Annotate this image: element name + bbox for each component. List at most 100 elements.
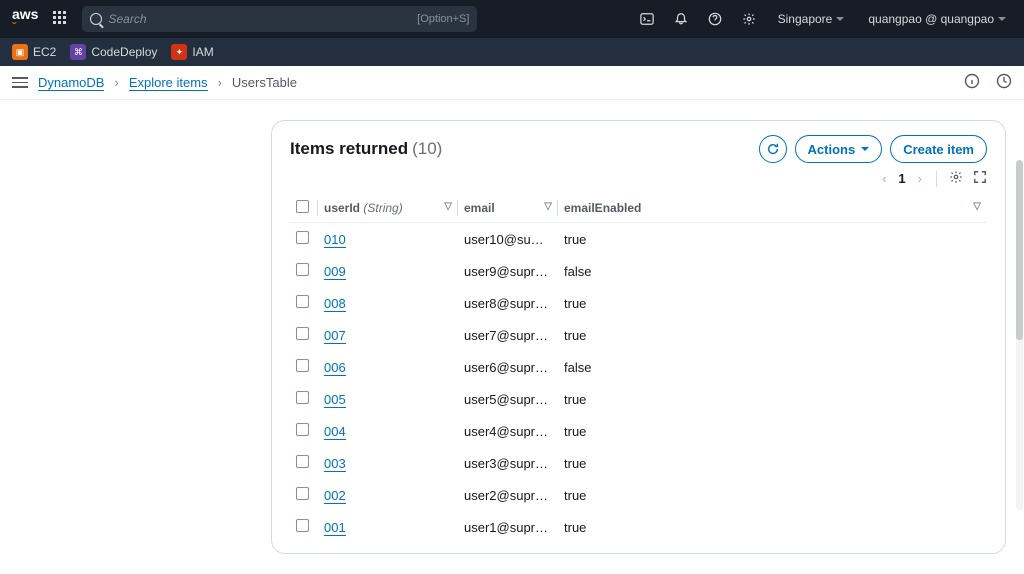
breadcrumb-bar: DynamoDB › Explore items › UsersTable xyxy=(0,66,1024,100)
item-link[interactable]: 007 xyxy=(324,328,346,344)
emailenabled-cell: false xyxy=(558,351,987,383)
breadcrumb-explore-items[interactable]: Explore items xyxy=(129,75,208,91)
item-link[interactable]: 001 xyxy=(324,520,346,536)
settings-gear-icon[interactable] xyxy=(736,6,762,32)
row-checkbox[interactable] xyxy=(296,295,309,308)
email-cell: user9@supr… xyxy=(458,255,558,287)
row-checkbox[interactable] xyxy=(296,359,309,372)
row-checkbox[interactable] xyxy=(296,487,309,500)
emailenabled-cell: true xyxy=(558,223,987,256)
search-icon xyxy=(90,13,102,25)
emailenabled-cell: false xyxy=(558,255,987,287)
help-icon[interactable] xyxy=(702,6,728,32)
services-grid-icon[interactable] xyxy=(48,6,74,32)
sort-icon: ▽ xyxy=(973,201,981,212)
table-row: 002 user2@supr…true xyxy=(290,479,987,511)
email-cell: user6@supr… xyxy=(458,351,558,383)
refresh-button[interactable] xyxy=(759,135,787,163)
fullscreen-icon[interactable] xyxy=(973,170,987,187)
table-row: 001 user1@supr…true xyxy=(290,511,987,543)
account-menu[interactable]: quangpao @ quangpao xyxy=(860,12,1014,26)
cloudshell-icon[interactable] xyxy=(634,6,660,32)
table-row: 005 user5@supr…true xyxy=(290,383,987,415)
row-checkbox[interactable] xyxy=(296,263,309,276)
table-row: 007user7@supr…true xyxy=(290,319,987,351)
row-checkbox[interactable] xyxy=(296,519,309,532)
emailenabled-cell: true xyxy=(558,511,987,543)
caret-down-icon xyxy=(998,17,1006,21)
notifications-icon[interactable] xyxy=(668,6,694,32)
column-header-email[interactable]: email ▽ xyxy=(458,194,558,223)
emailenabled-cell: true xyxy=(558,415,987,447)
panel-title: Items returned xyxy=(290,139,408,159)
emailenabled-cell: true xyxy=(558,287,987,319)
create-item-button[interactable]: Create item xyxy=(890,135,987,163)
row-checkbox[interactable] xyxy=(296,231,309,244)
items-table: userId (String) ▽ email ▽ emailEnabled ▽… xyxy=(290,194,987,543)
item-link[interactable]: 003 xyxy=(324,456,346,472)
row-checkbox[interactable] xyxy=(296,391,309,404)
scrollbar-track[interactable] xyxy=(1016,160,1023,510)
table-row: 010 user10@su…true xyxy=(290,223,987,256)
caret-down-icon xyxy=(836,17,844,21)
items-returned-panel: Items returned (10) Actions Create item … xyxy=(271,120,1006,554)
emailenabled-cell: true xyxy=(558,479,987,511)
chevron-right-icon: › xyxy=(114,75,118,90)
shortcut-codedeploy[interactable]: ⌘ CodeDeploy xyxy=(70,44,157,60)
table-settings-gear-icon[interactable] xyxy=(949,170,963,187)
actions-dropdown[interactable]: Actions xyxy=(795,135,883,163)
chevron-right-icon: › xyxy=(218,75,222,90)
email-cell: user4@supr… xyxy=(458,415,558,447)
breadcrumb-current: UsersTable xyxy=(232,75,297,90)
email-cell: user10@su… xyxy=(458,223,558,256)
aws-logo[interactable]: aws ⌣ xyxy=(10,9,40,29)
favorites-bar: ▣ EC2 ⌘ CodeDeploy ✦ IAM xyxy=(0,38,1024,66)
pagination: ‹ 1 › xyxy=(290,169,987,188)
select-all-checkbox[interactable] xyxy=(296,200,309,213)
item-link[interactable]: 006 xyxy=(324,360,346,376)
page-current: 1 xyxy=(898,171,905,186)
side-nav-toggle[interactable] xyxy=(12,77,28,88)
item-link[interactable]: 004 xyxy=(324,424,346,440)
sort-icon: ▽ xyxy=(544,201,552,212)
item-link[interactable]: 005 xyxy=(324,392,346,408)
panel-count: (10) xyxy=(412,139,442,159)
shortcut-iam[interactable]: ✦ IAM xyxy=(171,44,213,60)
breadcrumb-dynamodb[interactable]: DynamoDB xyxy=(38,75,104,91)
row-checkbox[interactable] xyxy=(296,455,309,468)
row-checkbox[interactable] xyxy=(296,327,309,340)
scrollbar-thumb[interactable] xyxy=(1016,160,1023,340)
email-cell: user5@supr… xyxy=(458,383,558,415)
search-keyboard-hint: [Option+S] xyxy=(417,13,469,25)
clock-icon[interactable] xyxy=(996,73,1012,92)
codedeploy-icon: ⌘ xyxy=(70,44,86,60)
aws-topbar: aws ⌣ Search [Option+S] Singapore quangp… xyxy=(0,0,1024,38)
row-checkbox[interactable] xyxy=(296,423,309,436)
column-header-userid[interactable]: userId (String) ▽ xyxy=(318,194,458,223)
email-cell: user1@supr… xyxy=(458,511,558,543)
item-link[interactable]: 002 xyxy=(324,488,346,504)
shortcut-ec2[interactable]: ▣ EC2 xyxy=(12,44,56,60)
table-row: 006 user6@supr…false xyxy=(290,351,987,383)
ec2-icon: ▣ xyxy=(12,44,28,60)
email-cell: user8@supr… xyxy=(458,287,558,319)
email-cell: user2@supr… xyxy=(458,479,558,511)
global-search-input[interactable]: Search [Option+S] xyxy=(82,6,477,32)
item-link[interactable]: 010 xyxy=(324,232,346,248)
table-row: 004 user4@supr…true xyxy=(290,415,987,447)
iam-icon: ✦ xyxy=(171,44,187,60)
item-link[interactable]: 008 xyxy=(324,296,346,312)
info-icon[interactable] xyxy=(964,73,980,92)
region-selector[interactable]: Singapore xyxy=(770,12,853,26)
item-link[interactable]: 009 xyxy=(324,264,346,280)
page-next[interactable]: › xyxy=(916,169,924,188)
sort-icon: ▽ xyxy=(444,201,452,212)
emailenabled-cell: true xyxy=(558,383,987,415)
table-row: 009 user9@supr…false xyxy=(290,255,987,287)
table-row: 003user3@supr…true xyxy=(290,447,987,479)
email-cell: user7@supr… xyxy=(458,319,558,351)
search-placeholder: Search xyxy=(108,12,146,26)
page-prev[interactable]: ‹ xyxy=(880,169,888,188)
email-cell: user3@supr… xyxy=(458,447,558,479)
column-header-emailenabled[interactable]: emailEnabled ▽ xyxy=(558,194,987,223)
